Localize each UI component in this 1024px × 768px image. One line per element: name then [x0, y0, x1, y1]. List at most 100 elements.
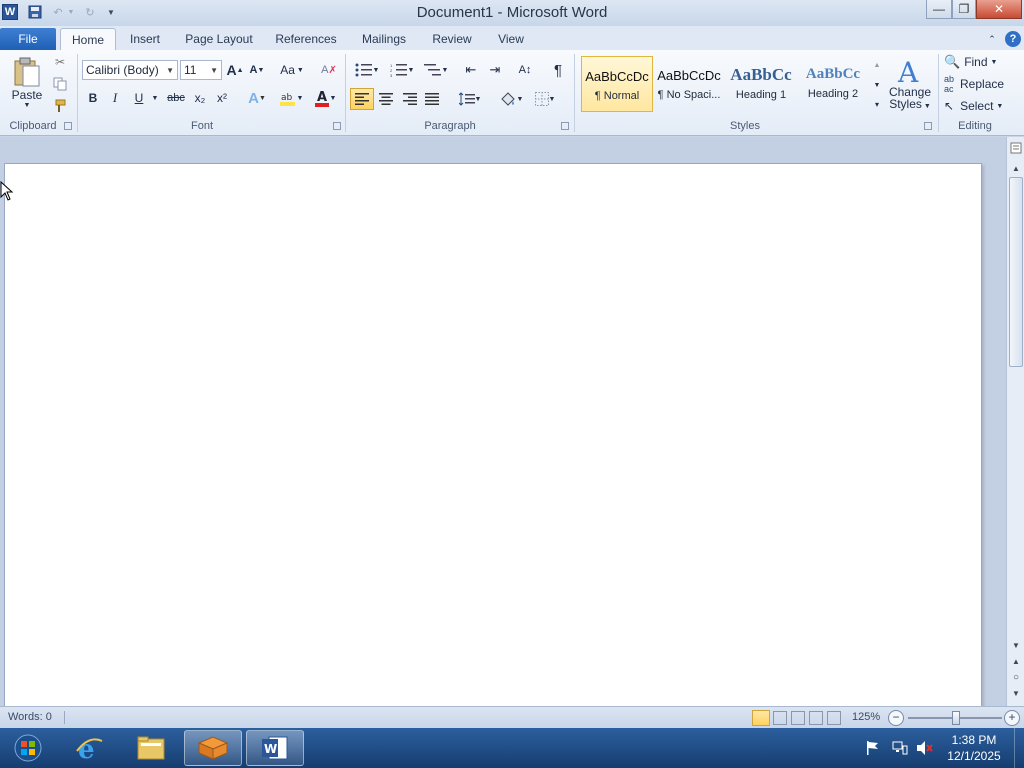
- increase-indent-icon[interactable]: ⇥: [484, 60, 506, 80]
- tab-page-layout[interactable]: Page Layout: [180, 28, 258, 50]
- align-left-icon[interactable]: [350, 88, 374, 110]
- taskbar-file-explorer[interactable]: [122, 730, 180, 766]
- underline-dropdown-icon[interactable]: ▼: [150, 88, 160, 108]
- find-button[interactable]: 🔍 Find ▼: [944, 52, 1008, 72]
- select-browse-object-icon[interactable]: ○: [1009, 670, 1023, 684]
- tab-home[interactable]: Home: [60, 28, 116, 50]
- network-icon[interactable]: [892, 740, 908, 756]
- font-size-combo[interactable]: 11 ▼: [180, 60, 222, 80]
- scroll-up-icon[interactable]: ▲: [1009, 161, 1023, 175]
- taskbar-microsoft-word[interactable]: W: [246, 730, 304, 766]
- taskbar-internet-explorer[interactable]: e: [60, 730, 118, 766]
- system-clock[interactable]: 1:38 PM 12/1/2025: [938, 732, 1010, 764]
- ruler-toggle-icon[interactable]: [1009, 141, 1023, 155]
- clipboard-launcher-icon[interactable]: [64, 122, 72, 130]
- styles-more-icon[interactable]: ▾: [870, 96, 884, 112]
- scrollbar-thumb[interactable]: [1009, 177, 1023, 367]
- grow-font-icon[interactable]: A ▲: [226, 60, 244, 80]
- zoom-slider-thumb[interactable]: [952, 711, 960, 725]
- clear-formatting-icon[interactable]: A ✗: [318, 60, 340, 80]
- vertical-scrollbar[interactable]: ▲ ▼ ▲ ○ ▼: [1006, 137, 1024, 706]
- zoom-level[interactable]: 125%: [852, 711, 880, 723]
- draft-view-icon[interactable]: [827, 711, 841, 725]
- print-layout-view-icon[interactable]: [752, 710, 770, 726]
- styles-launcher-icon[interactable]: [924, 122, 932, 130]
- decrease-indent-icon[interactable]: ⇤: [460, 60, 482, 80]
- minimize-button[interactable]: —: [926, 0, 952, 19]
- select-arrow-icon: ↖: [944, 99, 955, 113]
- font-color-icon[interactable]: A ▼: [310, 88, 340, 108]
- divider: [345, 54, 346, 132]
- web-layout-icon[interactable]: [791, 711, 805, 725]
- justify-icon[interactable]: [422, 88, 442, 110]
- previous-page-icon[interactable]: ▲: [1009, 654, 1023, 668]
- scroll-down-icon[interactable]: ▼: [1009, 638, 1023, 652]
- zoom-out-icon[interactable]: −: [888, 710, 904, 726]
- align-right-icon[interactable]: [400, 88, 420, 110]
- styles-scroll-up-icon[interactable]: ▲: [870, 56, 884, 74]
- sort-icon[interactable]: A↕: [514, 60, 536, 80]
- minimize-ribbon-icon[interactable]: ⌃: [984, 28, 1000, 50]
- font-name-combo[interactable]: Calibri (Body) ▼: [82, 60, 178, 80]
- tab-file[interactable]: File: [0, 28, 56, 50]
- style-no-spacing[interactable]: AaBbCcDc ¶ No Spaci...: [654, 56, 724, 112]
- volume-muted-icon[interactable]: [916, 740, 934, 756]
- subscript-button[interactable]: x₂: [190, 88, 210, 108]
- close-button[interactable]: ✕: [976, 0, 1022, 19]
- zoom-in-icon[interactable]: +: [1004, 710, 1020, 726]
- line-spacing-icon[interactable]: ▼: [456, 88, 484, 110]
- tab-review[interactable]: Review: [426, 28, 478, 50]
- tab-references[interactable]: References: [270, 28, 342, 50]
- taskbar-app-orange[interactable]: [184, 730, 242, 766]
- highlight-color-icon[interactable]: ab ▼: [276, 88, 306, 108]
- change-styles-button[interactable]: A Change Styles ▼: [886, 52, 934, 116]
- style-heading-1[interactable]: AaBbCc Heading 1: [726, 56, 796, 112]
- align-center-icon[interactable]: [376, 88, 396, 110]
- select-button[interactable]: ↖ Select ▼: [944, 96, 1014, 116]
- restore-button[interactable]: ❐: [952, 0, 976, 19]
- start-button[interactable]: [4, 730, 52, 766]
- text-effects-icon[interactable]: A ▼: [244, 88, 270, 108]
- bold-button[interactable]: B: [84, 88, 102, 108]
- replace-icon: ab ac: [944, 74, 955, 94]
- underline-button[interactable]: U: [130, 88, 148, 108]
- font-launcher-icon[interactable]: [333, 122, 341, 130]
- paragraph-launcher-icon[interactable]: [561, 122, 569, 130]
- full-screen-reading-icon[interactable]: [773, 711, 787, 725]
- show-desktop-button[interactable]: [1014, 728, 1024, 768]
- shrink-font-icon[interactable]: A ▼: [248, 60, 266, 80]
- tab-view[interactable]: View: [490, 28, 532, 50]
- outline-view-icon[interactable]: [809, 711, 823, 725]
- paragraph-group-label: Paragraph: [424, 120, 476, 132]
- tab-insert[interactable]: Insert: [122, 28, 168, 50]
- tab-mailings[interactable]: Mailings: [354, 28, 414, 50]
- italic-button[interactable]: I: [106, 88, 124, 108]
- paste-button[interactable]: Paste ▼: [6, 52, 48, 112]
- strikethrough-button[interactable]: abc: [164, 88, 188, 108]
- document-page[interactable]: [4, 163, 982, 706]
- ribbon-tabs: File Home Insert Page Layout References …: [0, 26, 1024, 50]
- action-center-flag-icon[interactable]: [866, 740, 880, 756]
- style-heading-2[interactable]: AaBbCc Heading 2: [798, 56, 868, 112]
- word-count[interactable]: Words: 0: [8, 711, 52, 723]
- chevron-down-icon: ▼: [166, 65, 174, 75]
- borders-icon[interactable]: ▼: [530, 88, 560, 110]
- bullets-icon[interactable]: ▼: [352, 60, 382, 80]
- format-painter-icon[interactable]: [52, 98, 68, 114]
- shading-icon[interactable]: ▼: [496, 88, 526, 110]
- change-case-label: Aa: [280, 63, 295, 77]
- multilevel-list-icon[interactable]: ▼: [422, 60, 450, 80]
- style-normal[interactable]: AaBbCcDc ¶ Normal: [581, 56, 653, 112]
- replace-button[interactable]: ab ac Replace: [944, 74, 1014, 94]
- superscript-button[interactable]: x²: [212, 88, 232, 108]
- cut-icon[interactable]: ✂: [52, 54, 68, 70]
- help-icon[interactable]: ?: [1004, 28, 1022, 50]
- copy-icon[interactable]: [52, 76, 68, 92]
- numbering-icon[interactable]: 1 2 3 ▼: [386, 60, 418, 80]
- next-page-icon[interactable]: ▼: [1009, 686, 1023, 700]
- styles-scroll-down-icon[interactable]: ▼: [870, 76, 884, 94]
- window-title: Document1 - Microsoft Word: [416, 4, 608, 21]
- divider: [77, 54, 78, 132]
- change-case-button[interactable]: Aa ▼: [278, 60, 306, 80]
- show-formatting-marks-icon[interactable]: ¶: [548, 60, 568, 80]
